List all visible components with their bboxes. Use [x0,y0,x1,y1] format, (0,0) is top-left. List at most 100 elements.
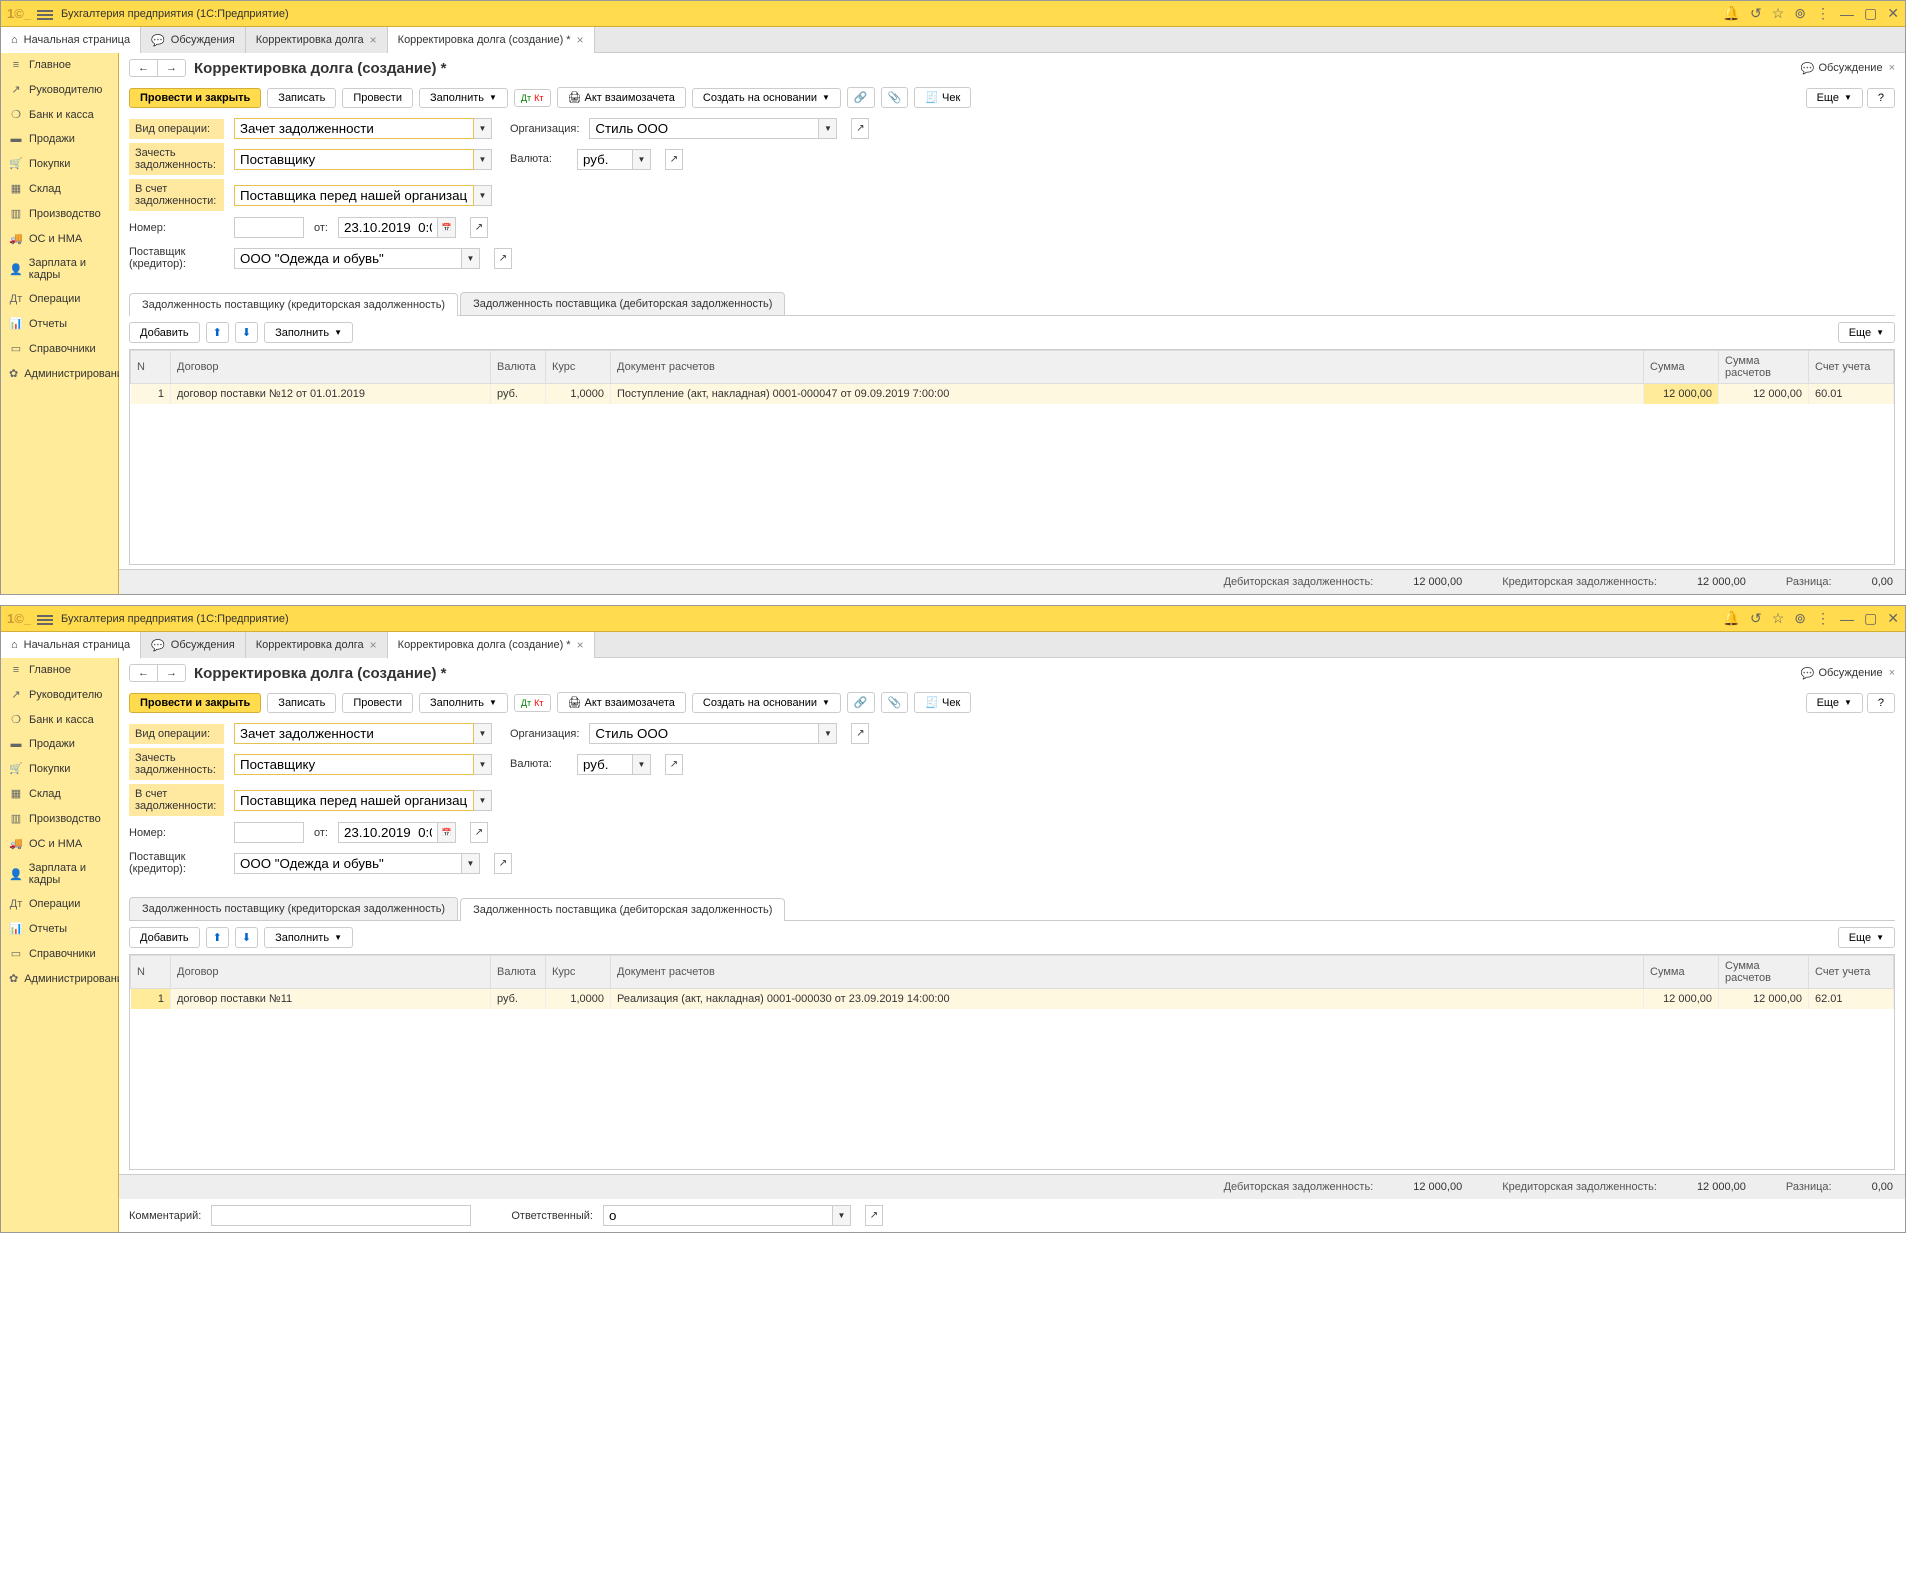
clip-button[interactable]: 📎 [881,692,909,713]
sidebar-item-main[interactable]: ≡Главное [1,53,118,77]
dropdown-icon[interactable]: ▼ [474,723,492,744]
save-button[interactable]: Записать [267,693,336,713]
save-button[interactable]: Записать [267,88,336,108]
help-button[interactable]: ? [1867,88,1895,108]
close-icon[interactable]: × [370,638,377,652]
clip-button[interactable]: 📎 [881,87,909,108]
minimize-icon[interactable]: — [1840,6,1854,22]
dropdown-icon[interactable]: ▼ [474,790,492,811]
dropdown-icon[interactable]: ▼ [474,149,492,170]
move-up-button[interactable]: ⬆ [206,322,229,343]
sidebar-item-admin[interactable]: ✿Администрирование [1,361,118,386]
dropdown-icon[interactable]: ▼ [474,185,492,206]
subtab-creditor[interactable]: Задолженность поставщику (кредиторская з… [129,293,458,316]
sidebar-item-reports[interactable]: 📊Отчеты [1,311,118,336]
tab-doc1[interactable]: Корректировка долга× [246,27,388,53]
dtct-button[interactable]: ДтКт [514,694,551,712]
tab-discuss[interactable]: 💬Обсуждения [141,632,246,658]
open-icon[interactable]: ↗ [470,822,488,843]
open-icon[interactable]: ↗ [470,217,488,238]
offset-field[interactable] [234,149,474,170]
currency-field[interactable] [577,754,633,775]
back-button[interactable]: ← [130,665,158,681]
col-n[interactable]: N [131,351,171,384]
number-field[interactable] [234,822,304,843]
close-icon[interactable]: × [577,638,584,652]
create-based-button[interactable]: Создать на основании▼ [692,693,841,713]
col-sumcalc[interactable]: Сумма расчетов [1719,351,1809,384]
move-down-button[interactable]: ⬇ [235,927,258,948]
dropdown-icon[interactable]: ▼ [633,754,651,775]
sidebar-item-warehouse[interactable]: ▦Склад [1,176,118,201]
sidebar-item-production[interactable]: ▥Производство [1,201,118,226]
dropdown-icon[interactable]: ▼ [474,754,492,775]
create-based-button[interactable]: Создать на основании▼ [692,88,841,108]
sidebar-item-catalogs[interactable]: ▭Справочники [1,336,118,361]
against-field[interactable] [234,790,474,811]
comment-field[interactable] [211,1205,471,1226]
date-field[interactable] [338,822,438,843]
calendar-icon[interactable]: 📅 [438,822,456,843]
col-account[interactable]: Счет учета [1809,956,1894,989]
table-row[interactable]: 1 договор поставки №11 руб. 1,0000 Реали… [131,989,1894,1010]
col-doc[interactable]: Документ расчетов [611,351,1644,384]
op-type-field[interactable] [234,723,474,744]
sidebar-item-hr[interactable]: 👤Зарплата и кадры [1,856,118,892]
move-up-button[interactable]: ⬆ [206,927,229,948]
post-button[interactable]: Провести [342,693,413,713]
discussion-button[interactable]: 💬Обсуждение [1801,62,1883,75]
org-field[interactable] [589,723,819,744]
more-button[interactable]: Еще▼ [1806,693,1863,713]
dropdown-icon[interactable]: ▼ [462,248,480,269]
col-doc[interactable]: Документ расчетов [611,956,1644,989]
sidebar-item-reports[interactable]: 📊Отчеты [1,916,118,941]
table-more-button[interactable]: Еще▼ [1838,322,1895,343]
calendar-icon[interactable]: 📅 [438,217,456,238]
history-icon[interactable]: ↺ [1750,610,1762,627]
maximize-icon[interactable]: ▢ [1864,610,1877,627]
sidebar-item-purchases[interactable]: 🛒Покупки [1,756,118,781]
fill-button[interactable]: Заполнить▼ [419,88,508,108]
supplier-field[interactable] [234,248,462,269]
history-icon[interactable]: ↺ [1750,5,1762,22]
sidebar-item-sales[interactable]: ▬Продажи [1,127,118,151]
col-sumcalc[interactable]: Сумма расчетов [1719,956,1809,989]
more-button[interactable]: Еще▼ [1806,88,1863,108]
responsible-field[interactable] [603,1205,833,1226]
move-down-button[interactable]: ⬇ [235,322,258,343]
currency-field[interactable] [577,149,633,170]
help-button[interactable]: ? [1867,693,1895,713]
col-n[interactable]: N [131,956,171,989]
add-row-button[interactable]: Добавить [129,927,200,948]
dropdown-icon[interactable]: ▼ [819,723,837,744]
supplier-field[interactable] [234,853,462,874]
sidebar-item-main[interactable]: ≡Главное [1,658,118,682]
dropdown-icon[interactable]: ▼ [819,118,837,139]
burger-icon[interactable] [37,613,53,625]
burger-icon[interactable] [37,8,53,20]
tab-doc2[interactable]: Корректировка долга (создание) *× [388,632,595,658]
org-field[interactable] [589,118,819,139]
settings-icon[interactable]: ⊚ [1794,610,1806,627]
sidebar-item-bank[interactable]: ❍Банк и касса [1,102,118,127]
sidebar-item-operations[interactable]: ДтОперации [1,287,118,311]
subtab-debtor[interactable]: Задолженность поставщика (дебиторская за… [460,898,785,921]
dropdown-icon[interactable]: ▼ [474,118,492,139]
open-icon[interactable]: ↗ [665,149,683,170]
close-panel-icon[interactable]: × [1889,667,1895,679]
act-button[interactable]: 🖨Акт взаимозачета [557,87,686,108]
against-field[interactable] [234,185,474,206]
open-icon[interactable]: ↗ [494,853,512,874]
tab-discuss[interactable]: 💬Обсуждения [141,27,246,53]
tab-home[interactable]: ⌂Начальная страница [1,27,141,53]
col-contract[interactable]: Договор [171,351,491,384]
col-currency[interactable]: Валюта [491,956,546,989]
sidebar-item-hr[interactable]: 👤Зарплата и кадры [1,251,118,287]
star-icon[interactable]: ☆ [1772,5,1785,22]
sidebar-item-production[interactable]: ▥Производство [1,806,118,831]
col-sum[interactable]: Сумма [1644,351,1719,384]
post-button[interactable]: Провести [342,88,413,108]
close-panel-icon[interactable]: × [1889,62,1895,74]
star-icon[interactable]: ☆ [1772,610,1785,627]
fill-button[interactable]: Заполнить▼ [419,693,508,713]
